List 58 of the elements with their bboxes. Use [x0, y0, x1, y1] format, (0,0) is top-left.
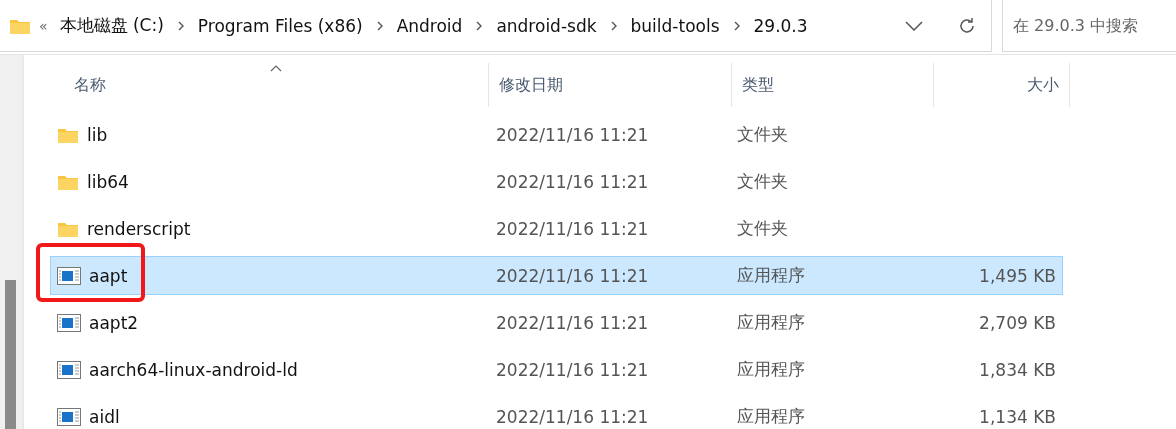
application-icon	[57, 266, 81, 285]
file-row[interactable]: aidl 2022/11/16 11:21 应用程序 1,134 KB	[50, 397, 1063, 429]
modified-date: 2022/11/16 11:21	[496, 171, 649, 192]
file-row[interactable]: renderscript 2022/11/16 11:21 文件夹	[50, 209, 1063, 248]
chevron-right-icon	[375, 19, 384, 32]
file-row[interactable]: aarch64-linux-android-ld 2022/11/16 11:21 应用程序 1,834 KB	[50, 350, 1063, 389]
file-name: aapt	[89, 265, 128, 286]
application-icon	[57, 313, 81, 332]
chevron-right-icon	[609, 19, 618, 32]
breadcrumb[interactable]: android-sdk	[496, 15, 597, 36]
column-header[interactable]: 修改日期	[489, 63, 732, 107]
sort-ascending-icon	[270, 65, 282, 72]
file-name: aidl	[89, 406, 120, 427]
dropdown-icon[interactable]	[905, 20, 923, 31]
file-size: 1,495 KB	[979, 265, 1056, 286]
file-row[interactable]: lib64 2022/11/16 11:21 文件夹	[50, 162, 1063, 201]
file-type: 文件夹	[736, 123, 788, 146]
file-type: 应用程序	[736, 405, 805, 428]
file-name: aarch64-linux-android-ld	[89, 359, 298, 380]
column-header[interactable]: 大小	[934, 63, 1070, 107]
column-header[interactable]: 类型	[732, 63, 934, 107]
file-type: 应用程序	[736, 358, 805, 381]
chevron-right-icon	[176, 19, 185, 32]
breadcrumb[interactable]: 29.0.3	[753, 15, 808, 36]
file-row[interactable]: aapt2 2022/11/16 11:21 应用程序 2,709 KB	[50, 303, 1063, 342]
column-header[interactable]: 名称	[50, 63, 489, 107]
chevron-right-icon	[475, 19, 484, 32]
breadcrumb[interactable]: build-tools	[630, 15, 720, 36]
application-icon	[57, 407, 81, 426]
file-name: renderscript	[87, 218, 191, 239]
application-icon	[57, 360, 81, 379]
file-size: 2,709 KB	[979, 312, 1056, 333]
breadcrumb[interactable]: Program Files (x86)	[197, 15, 363, 36]
file-name: aapt2	[89, 312, 139, 333]
breadcrumb[interactable]: 本地磁盘 (C:)	[59, 14, 164, 37]
chevron-right-icon	[732, 19, 741, 32]
refresh-icon[interactable]	[957, 15, 977, 36]
scrollbar-thumb[interactable]	[5, 280, 16, 429]
file-name: lib64	[87, 171, 129, 192]
file-row[interactable]: lib 2022/11/16 11:21 文件夹	[50, 115, 1063, 154]
file-size: 1,134 KB	[979, 406, 1056, 427]
address-bar[interactable]: « 本地磁盘 (C:) Program Files (x86) Android android-sdk build-tools 29.0.3	[0, 0, 992, 52]
file-type: 文件夹	[736, 170, 788, 193]
file-row[interactable]: aapt 2022/11/16 11:21 应用程序 1,495 KB	[50, 256, 1063, 295]
modified-date: 2022/11/16 11:21	[496, 218, 649, 239]
file-size: 1,834 KB	[979, 359, 1056, 380]
file-name: lib	[87, 124, 108, 145]
search-field[interactable]: 在 29.0.3 中搜索	[1002, 0, 1176, 52]
breadcrumb[interactable]: Android	[396, 15, 463, 36]
file-type: 应用程序	[736, 311, 805, 334]
modified-date: 2022/11/16 11:21	[496, 406, 649, 427]
modified-date: 2022/11/16 11:21	[496, 265, 649, 286]
modified-date: 2022/11/16 11:21	[496, 124, 649, 145]
file-type: 应用程序	[736, 264, 805, 287]
modified-date: 2022/11/16 11:21	[496, 359, 649, 380]
file-type: 文件夹	[736, 217, 788, 240]
modified-date: 2022/11/16 11:21	[496, 312, 649, 333]
overflow-chevron[interactable]: «	[39, 17, 48, 34]
